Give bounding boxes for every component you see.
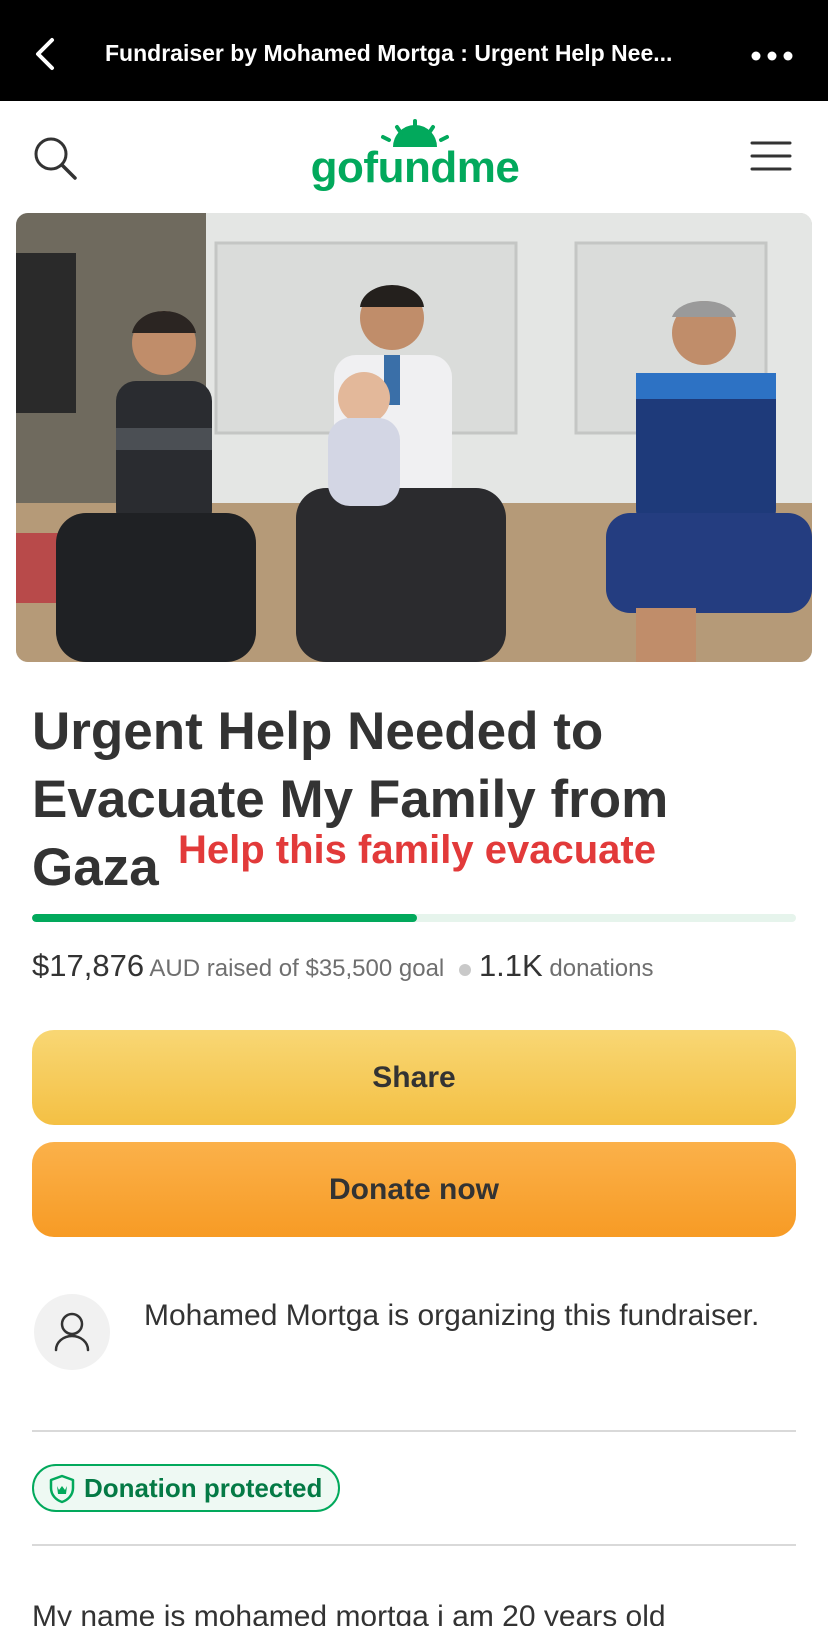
window-title: Fundraiser by Mohamed Mortga : Urgent He… [105, 40, 673, 66]
gofundme-logo[interactable]: gofundme [305, 117, 525, 199]
hamburger-menu-icon[interactable] [750, 139, 792, 173]
donations-count: 1.1K [478, 948, 543, 983]
donation-protected-badge[interactable]: Donation protected [32, 1464, 341, 1512]
funding-stats: $17,876 AUD raised of $35,500 goal 1.1K … [32, 948, 812, 984]
user-icon [54, 1312, 90, 1352]
progress-fill [32, 914, 417, 922]
back-chevron-icon[interactable] [28, 34, 64, 74]
overlay-caption: Help this family evacuate [178, 828, 656, 872]
badge-label: Donation protected [84, 1473, 323, 1503]
separator-dot [458, 963, 471, 976]
story-text: My name is mohamed mortga i am 20 years … [32, 1600, 666, 1626]
raised-suffix: AUD raised of $35,500 goal [149, 955, 445, 982]
top-bar: Fundraiser by Mohamed Mortga : Urgent He… [0, 0, 828, 101]
shield-icon [48, 1473, 76, 1504]
share-button[interactable]: Share [32, 1030, 796, 1125]
donations-label: donations [549, 955, 654, 982]
avatar[interactable] [34, 1294, 110, 1370]
divider [32, 1544, 796, 1546]
organizer-text: Mohamed Mortga is organizing this fundra… [144, 1299, 760, 1332]
divider [32, 1430, 796, 1432]
site-header: gofundme [0, 101, 828, 213]
fundraiser-photo[interactable] [16, 213, 812, 662]
donate-now-button[interactable]: Donate now [32, 1142, 796, 1237]
logo-text: gofundme [310, 143, 520, 192]
more-icon[interactable] [748, 40, 798, 70]
search-icon[interactable] [30, 133, 80, 183]
raised-amount: $17,876 [32, 948, 145, 983]
funding-progress-bar [32, 914, 796, 922]
organizer-section: Mohamed Mortga is organizing this fundra… [32, 1292, 796, 1402]
